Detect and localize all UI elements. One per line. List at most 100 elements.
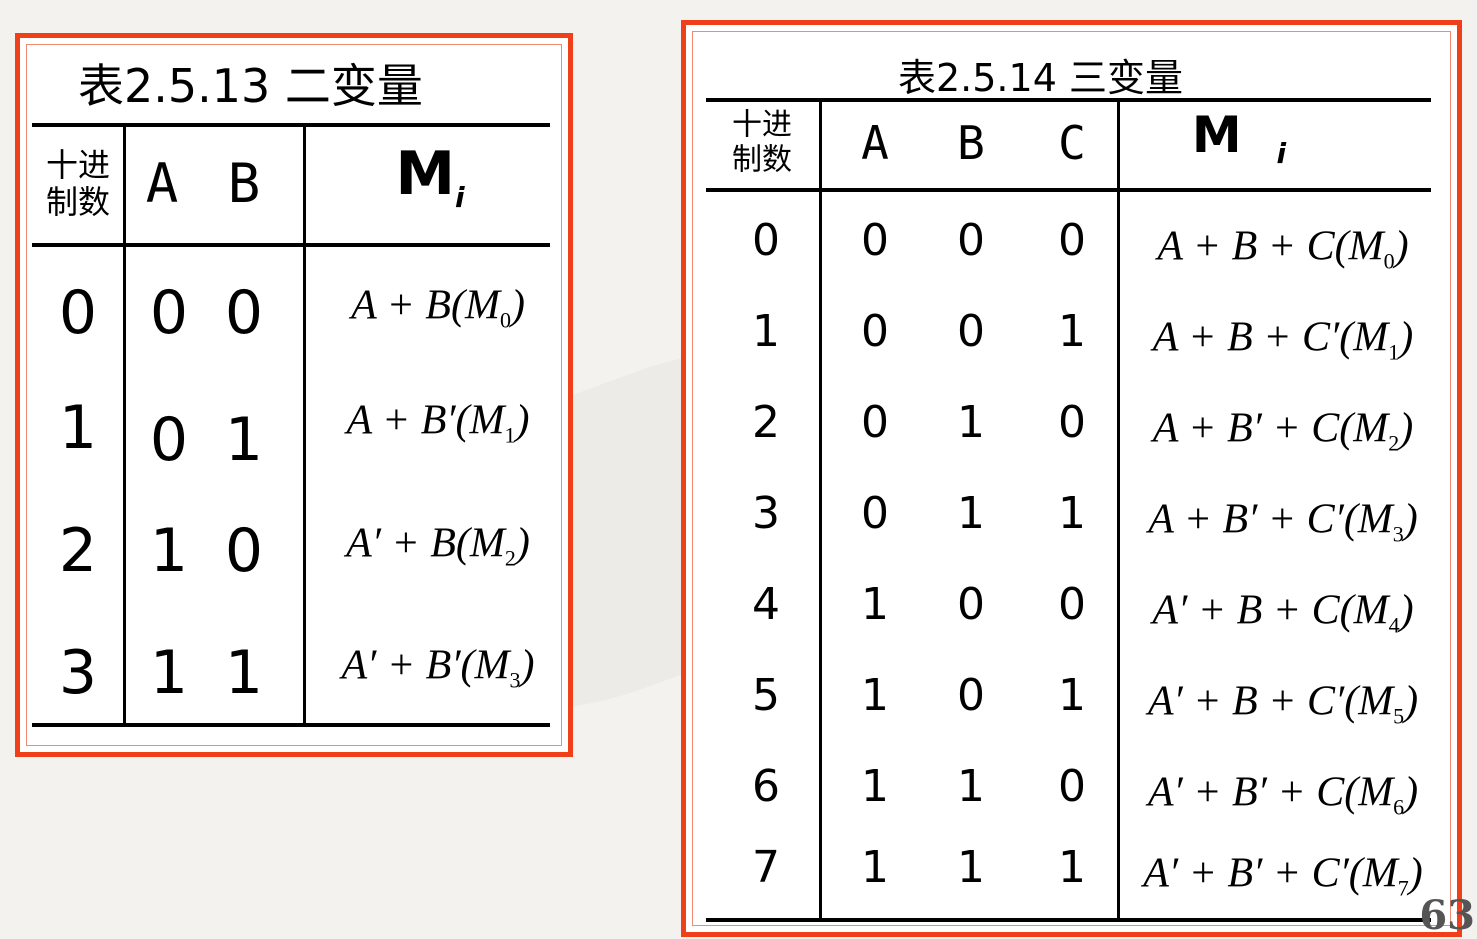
b-value: 1 (957, 397, 985, 448)
decimal-value: 6 (752, 761, 780, 812)
table-left: 表2.5.13 二变量 十进 制数 A B Mi 000A + B(M0) 1 0 1… (20, 38, 568, 752)
c-value: 1 (1058, 306, 1086, 357)
header-m-subscript: i (455, 181, 465, 214)
table-top-rule (706, 98, 1431, 102)
maxterm-index: 7 (1397, 875, 1409, 901)
decimal-value: 7 (752, 842, 780, 893)
a-value: 0 (149, 405, 189, 475)
table-bottom-rule (706, 918, 1431, 922)
maxterm-text: A′ + B + C(M (1152, 587, 1389, 634)
maxterm-close: ) (1404, 678, 1419, 725)
b-value: 0 (224, 516, 264, 586)
maxterm-index: 2 (1388, 430, 1400, 456)
b-value: 1 (957, 488, 985, 539)
page-number: 63 (1419, 892, 1475, 939)
c-value: 1 (1058, 670, 1086, 721)
c-value: 1 (1058, 842, 1086, 893)
maxterm-close: ) (1399, 405, 1414, 452)
maxterm-text: A + B + C(M (1157, 223, 1384, 270)
c-value: 0 (1058, 579, 1086, 630)
maxterm-expression: A + B′(M1) (346, 399, 529, 446)
header-a: A (861, 116, 889, 170)
a-value: 0 (861, 306, 889, 357)
maxterm-index: 5 (1393, 703, 1405, 729)
a-value: 0 (149, 278, 189, 348)
maxterm-text: A + B′ + C(M (1152, 405, 1389, 452)
maxterm-close: ) (1394, 223, 1409, 270)
maxterm-expression: A + B′ + C(M2) (1153, 407, 1413, 454)
table-column-divider (1117, 98, 1120, 922)
a-value: 1 (861, 670, 889, 721)
table-right-title: 表2.5.14 三变量 (898, 56, 1183, 100)
table-right-frame: 表2.5.14 三变量 十进 制数 A B C M i 0000A + B + … (681, 20, 1462, 937)
maxterm-text: A + B(M (351, 282, 500, 329)
maxterm-expression: A′ + B + C(M4) (1152, 589, 1413, 636)
header-m-letter: M (1191, 106, 1242, 164)
decimal-value: 4 (752, 579, 780, 630)
a-value: 0 (861, 215, 889, 266)
maxterm-close: ) (1399, 314, 1414, 361)
decimal-value: 1 (752, 306, 780, 357)
maxterm-expression: A′ + B′(M3) (342, 644, 535, 691)
b-value: 0 (957, 579, 985, 630)
b-value: 1 (224, 405, 264, 475)
a-value: 0 (861, 488, 889, 539)
maxterm-close: ) (1408, 850, 1423, 897)
table-column-divider (303, 123, 306, 727)
b-value: 1 (957, 761, 985, 812)
maxterm-text: A + B + C′(M (1152, 314, 1389, 361)
a-value: 0 (861, 397, 889, 448)
maxterm-index: 1 (504, 422, 516, 448)
decimal-value: 3 (58, 638, 98, 708)
table-left-title: 表2.5.13 二变量 (78, 59, 423, 113)
table-header-rule (32, 243, 550, 247)
header-decimal: 十进 制数 (45, 146, 111, 221)
maxterm-close: ) (1404, 769, 1419, 816)
table-column-divider (123, 123, 126, 727)
maxterm-text: A′ + B′ + C(M (1147, 769, 1394, 816)
header-b: B (227, 152, 261, 215)
maxterm-expression: A′ + B′ + C(M6) (1148, 771, 1418, 818)
decimal-value: 5 (752, 670, 780, 721)
decimal-value: 0 (58, 278, 98, 348)
c-value: 0 (1058, 397, 1086, 448)
decimal-value: 2 (58, 516, 98, 586)
decimal-value: 3 (752, 488, 780, 539)
header-m-subscript: i (1276, 137, 1287, 170)
maxterm-expression: A + B + C(M0) (1157, 225, 1408, 272)
maxterm-text: A′ + B(M (346, 520, 505, 567)
b-value: 0 (957, 670, 985, 721)
maxterm-index: 6 (1393, 794, 1405, 820)
maxterm-expression: A + B′ + C′(M3) (1148, 498, 1418, 545)
maxterm-close: ) (1399, 587, 1414, 634)
header-m: M i (1192, 110, 1286, 168)
maxterm-text: A′ + B′ + C′(M (1143, 850, 1398, 897)
b-value: 0 (224, 278, 264, 348)
maxterm-text: A + B′(M (346, 397, 505, 444)
b-value: 0 (957, 215, 985, 266)
maxterm-index: 4 (1388, 612, 1400, 638)
a-value: 1 (861, 761, 889, 812)
maxterm-index: 1 (1388, 339, 1400, 365)
maxterm-text: A′ + B′(M (341, 642, 510, 689)
decimal-value: 0 (752, 215, 780, 266)
header-a: A (145, 152, 179, 215)
table-right: 表2.5.14 三变量 十进 制数 A B C M i 0000A + B + … (686, 25, 1457, 932)
table-header-rule (706, 188, 1431, 192)
header-c: C (1058, 116, 1086, 170)
maxterm-close: ) (1403, 496, 1418, 543)
c-value: 0 (1058, 215, 1086, 266)
a-value: 1 (149, 638, 189, 708)
decimal-value: 1 (58, 393, 98, 463)
a-value: 1 (149, 516, 189, 586)
maxterm-close: ) (510, 282, 525, 329)
maxterm-close: ) (520, 642, 535, 689)
table-bottom-rule (32, 723, 550, 727)
maxterm-index: 0 (1383, 248, 1395, 274)
decimal-value: 2 (752, 397, 780, 448)
header-m: Mi (395, 144, 464, 212)
maxterm-close: ) (515, 397, 530, 444)
maxterm-expression: A′ + B′ + C′(M7) (1143, 852, 1423, 899)
b-value: 0 (957, 306, 985, 357)
maxterm-index: 2 (504, 545, 516, 571)
